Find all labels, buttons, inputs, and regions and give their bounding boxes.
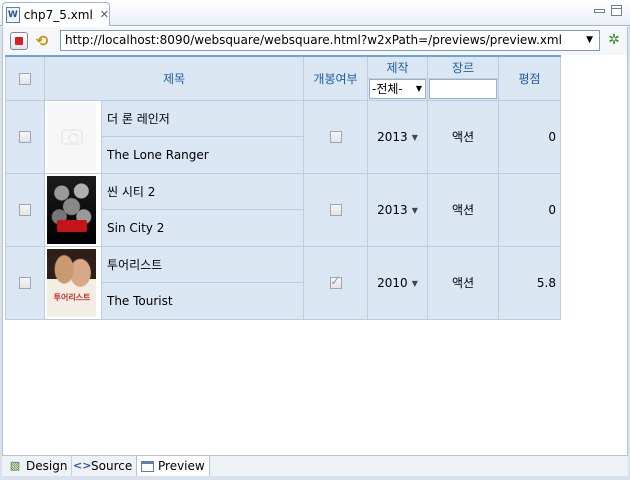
movie-title-korean[interactable]: 투어리스트 xyxy=(101,245,304,283)
design-icon: ▧ xyxy=(9,459,21,472)
chevron-down-icon: ▼ xyxy=(415,84,422,93)
sin-city-poster-image xyxy=(47,175,96,244)
preview-icon xyxy=(141,460,154,472)
released-checkbox[interactable] xyxy=(329,131,342,143)
year-cell[interactable]: 2013 ▼ xyxy=(367,172,428,247)
genre-cell[interactable]: 액션 xyxy=(427,245,499,320)
tab-preview[interactable]: Preview xyxy=(136,456,210,476)
production-filter-value: -전체- xyxy=(372,82,403,96)
year-value: 2013 xyxy=(377,202,408,217)
row-checkbox[interactable] xyxy=(19,204,31,216)
chevron-down-icon: ▼ xyxy=(411,278,418,288)
chevron-down-icon[interactable]: ▼ xyxy=(586,31,593,50)
released-cell xyxy=(303,245,368,320)
year-cell[interactable]: 2010 ▼ xyxy=(367,245,428,320)
rating-cell[interactable]: 0 xyxy=(498,172,561,247)
header-rating[interactable]: 평점 xyxy=(498,55,561,101)
row-select-cell xyxy=(5,172,45,247)
production-filter-cell: -전체- ▼ xyxy=(367,77,428,101)
table-row[interactable]: 투어리스트 투어리스트 2010▼ 액션 5.8 xyxy=(5,245,561,320)
maximize-icon[interactable] xyxy=(611,5,622,16)
movie-grid: 제목 개봉여부 제작 장르 평점 -전체- ▼ 더 론 레인저 2013 ▼ 액… xyxy=(5,55,561,320)
genre-filter-cell xyxy=(427,77,499,101)
poster-cell xyxy=(44,172,102,247)
chevron-down-icon: ▼ xyxy=(411,132,418,142)
movie-title-korean[interactable]: 더 론 레인저 xyxy=(101,99,304,137)
header-released[interactable]: 개봉여부 xyxy=(303,55,368,101)
poster-cell xyxy=(44,99,102,174)
movie-title-english[interactable]: The Lone Ranger xyxy=(101,136,304,174)
genre-filter-input[interactable] xyxy=(429,79,497,99)
table-row[interactable]: 더 론 레인저 2013 ▼ 액션 0 xyxy=(5,99,561,174)
released-checkbox[interactable] xyxy=(329,204,342,216)
year-value: 2013 xyxy=(377,129,408,144)
production-filter-select[interactable]: -전체- ▼ xyxy=(369,79,426,99)
released-checkbox[interactable] xyxy=(329,275,342,289)
editor-bottom-tabs: ▧ Design <> Source Preview xyxy=(2,455,628,476)
year-cell[interactable]: 2013 ▼ xyxy=(367,99,428,174)
editor-tab-strip: W chp7_5.xml ✕ xyxy=(0,0,630,26)
poster-cell: 투어리스트 xyxy=(44,245,102,320)
url-toolbar: ⟲ http://localhost:8090/websquare/websqu… xyxy=(2,27,628,55)
rating-cell[interactable]: 0 xyxy=(498,99,561,174)
released-cell xyxy=(303,172,368,247)
table-row[interactable]: 씬 시티 2 2013 ▼ 액션 0 xyxy=(5,172,561,247)
row-select-cell xyxy=(5,245,45,320)
row-select-cell xyxy=(5,99,45,174)
movie-title-korean[interactable]: 씬 시티 2 xyxy=(101,172,304,210)
row-checkbox[interactable] xyxy=(19,131,31,143)
websquare-file-icon: W xyxy=(6,6,20,23)
stop-button[interactable] xyxy=(10,32,28,50)
preview-area: 제목 개봉여부 제작 장르 평점 -전체- ▼ 더 론 레인저 2013 ▼ 액… xyxy=(2,55,628,455)
released-cell xyxy=(303,99,368,174)
chevron-down-icon: ▼ xyxy=(411,205,418,215)
debug-icon[interactable]: ✲ xyxy=(605,31,623,49)
select-all-header xyxy=(5,55,45,101)
tab-source[interactable]: <> Source xyxy=(69,456,138,476)
camera-placeholder-icon xyxy=(47,102,96,171)
editor-tab[interactable]: W chp7_5.xml ✕ xyxy=(2,2,110,26)
header-production[interactable]: 제작 xyxy=(367,55,428,79)
genre-cell[interactable]: 액션 xyxy=(427,99,499,174)
rating-cell[interactable]: 5.8 xyxy=(498,245,561,320)
minimize-icon[interactable] xyxy=(594,9,605,13)
tab-source-label: Source xyxy=(91,459,133,473)
movie-title-english[interactable]: Sin City 2 xyxy=(101,209,304,247)
tab-design[interactable]: ▧ Design xyxy=(4,456,73,476)
tab-design-label: Design xyxy=(26,459,68,473)
url-text: http://localhost:8090/websquare/websquar… xyxy=(65,33,562,47)
refresh-icon[interactable]: ⟲ xyxy=(33,32,51,50)
source-icon: <> xyxy=(73,459,92,472)
header-genre[interactable]: 장르 xyxy=(427,55,499,79)
movie-title-english[interactable]: The Tourist xyxy=(101,282,304,320)
url-input[interactable]: http://localhost:8090/websquare/websquar… xyxy=(60,30,600,51)
genre-cell[interactable]: 액션 xyxy=(427,172,499,247)
header-title[interactable]: 제목 xyxy=(44,55,304,101)
close-icon[interactable]: ✕ xyxy=(100,8,109,21)
tab-preview-label: Preview xyxy=(158,459,205,473)
frame-bottom xyxy=(0,476,630,480)
poster-title-text: 투어리스트 xyxy=(53,292,91,302)
select-all-checkbox[interactable] xyxy=(19,72,31,85)
tourist-poster-image: 투어리스트 xyxy=(47,248,96,317)
year-value: 2010 xyxy=(377,275,408,290)
row-checkbox[interactable] xyxy=(19,277,31,289)
editor-tab-title: chp7_5.xml xyxy=(23,7,93,22)
